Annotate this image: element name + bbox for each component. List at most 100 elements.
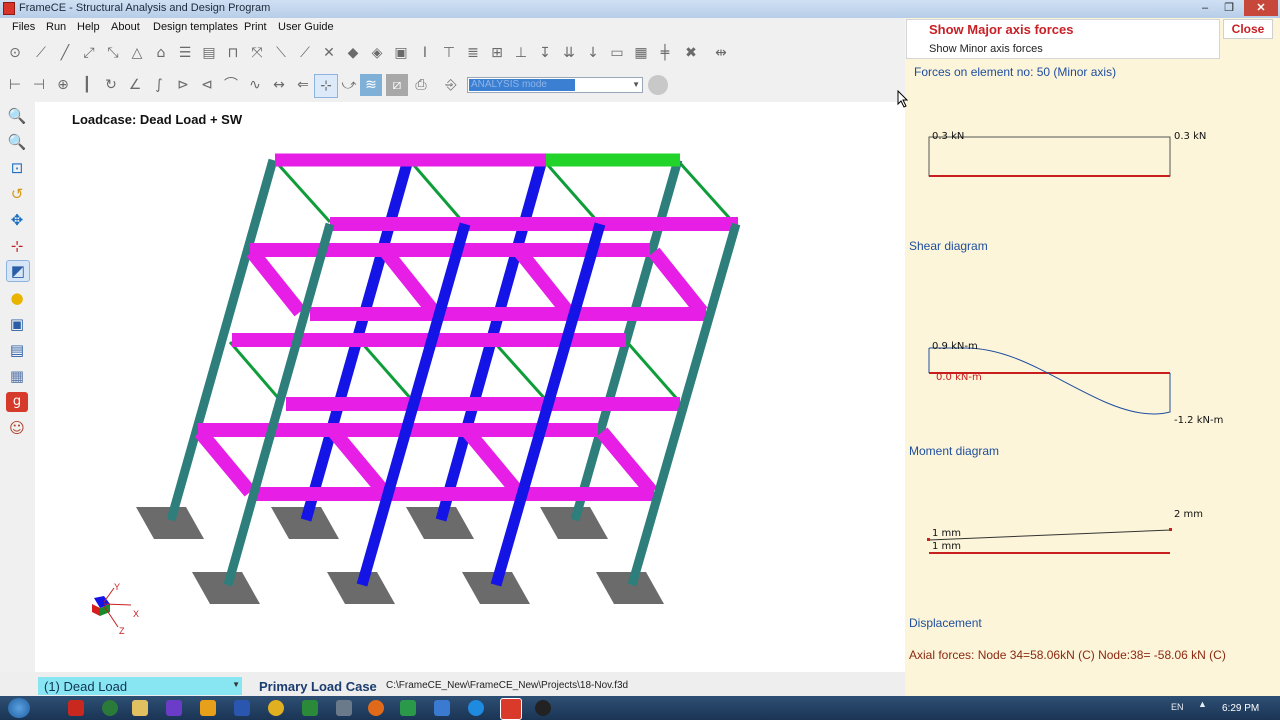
framece-taskbar-icon[interactable] (500, 698, 522, 720)
curve-icon[interactable]: ∫ (150, 76, 168, 94)
align-icon[interactable]: ⊣ (30, 76, 48, 94)
chevron-up-icon[interactable]: ▲ (1198, 699, 1207, 709)
line-icon[interactable]: ╱ (56, 44, 74, 62)
language-indicator[interactable]: EN (1171, 702, 1184, 712)
menu-files[interactable]: Files (12, 21, 35, 33)
dimension-icon[interactable]: ╪ (656, 44, 674, 62)
maximize-button[interactable]: ❐ (1216, 0, 1242, 16)
plate-icon[interactable]: ◆ (344, 44, 362, 62)
pin-member-icon[interactable]: ⤢ (80, 44, 98, 62)
loadcase-dropdown[interactable]: (1) Dead Load ▼ (38, 677, 242, 695)
span-arrow-icon[interactable]: ↔ (270, 76, 288, 94)
zoom-in-icon[interactable]: 🔍 (6, 106, 28, 126)
firefox-icon[interactable] (368, 700, 384, 716)
mode-select[interactable]: ANALYSIS mode ▼ (467, 77, 643, 93)
menu-design-templates[interactable]: Design templates (153, 21, 238, 33)
menu-help[interactable]: Help (77, 21, 100, 33)
deflection-icon[interactable]: ∿ (246, 76, 264, 94)
printer-icon[interactable]: ⎙ (412, 76, 430, 94)
menu-print[interactable]: Print (244, 21, 267, 33)
close-window-button[interactable]: ✕ (1244, 0, 1278, 16)
tool-icon[interactable] (434, 700, 450, 716)
design-icon[interactable]: ⧄ (386, 74, 408, 96)
portal-frame-icon[interactable]: ⊓ (224, 44, 242, 62)
span-icon[interactable]: ⇹ (706, 44, 736, 62)
report-icon[interactable]: ⎆ (442, 76, 460, 94)
internet-explorer-icon[interactable] (468, 700, 484, 716)
delete-icon[interactable]: ✖ (682, 44, 700, 62)
section-view-icon[interactable]: ◩ (6, 260, 30, 282)
point-load-icon[interactable]: ↓ (584, 44, 602, 62)
release-icon[interactable]: ⊳ (174, 76, 192, 94)
edit-member-icon[interactable]: ⤡ (104, 44, 122, 62)
render-view-icon[interactable]: ▣ (6, 314, 28, 334)
media-icon[interactable] (200, 700, 216, 716)
start-button[interactable] (8, 698, 30, 718)
menu-user-guide[interactable]: User Guide (278, 21, 334, 33)
rotate-icon[interactable]: ↻ (102, 76, 120, 94)
zoom-out-icon[interactable]: 🔍 (6, 132, 28, 152)
mesh-view-icon[interactable]: ▤ (6, 340, 28, 360)
text-icon[interactable]: ⊤ (440, 44, 458, 62)
ruler-icon[interactable]: ⊞ (488, 44, 506, 62)
run-analysis-button[interactable] (648, 75, 668, 95)
insert-node-icon[interactable]: ⊕ (54, 76, 72, 94)
arc-icon[interactable]: ⌒ (222, 76, 240, 94)
load-icon[interactable]: ↧ (536, 44, 554, 62)
view-toolbar: 🔍 🔍 ⊡ ↺ ✥ ⊹ ◩ ● ▣ ▤ ▦ g ☺ (0, 102, 35, 672)
diagram-icon[interactable]: ≋ (360, 74, 382, 96)
column-icon[interactable]: ┃ (78, 76, 96, 94)
cross-brace-icon[interactable]: ✕ (320, 44, 338, 62)
close-button[interactable]: Close (1223, 19, 1273, 39)
layer-view-icon[interactable]: ▦ (6, 366, 28, 386)
moment-icon[interactable]: ⤻ (340, 76, 358, 94)
list-icon[interactable]: ≣ (464, 44, 482, 62)
extend-icon[interactable]: ⟋ (296, 44, 314, 62)
minimize-button[interactable]: – (1192, 0, 1218, 16)
frame-grid-icon[interactable]: ▤ (200, 44, 218, 62)
i-section-icon[interactable]: I (416, 44, 434, 62)
taskbar: ▲ (0, 696, 1280, 720)
menu-about[interactable]: About (111, 21, 140, 33)
menu-run[interactable]: Run (46, 21, 66, 33)
google-icon[interactable]: g (6, 392, 28, 412)
dimension-line-icon[interactable]: ⊢ (6, 76, 24, 94)
clock[interactable]: 6:29 PM (1222, 703, 1259, 714)
back-arrow-icon[interactable]: ⇐ (294, 76, 312, 94)
measure-icon[interactable]: ▭ (608, 44, 626, 62)
distributed-load-icon[interactable]: ⇊ (560, 44, 578, 62)
angle-icon[interactable]: ∠ (126, 76, 144, 94)
select-icon[interactable]: ⊹ (314, 74, 338, 98)
lightbulb-icon[interactable]: ● (6, 288, 28, 308)
user-icon[interactable]: ☺ (6, 418, 28, 438)
pan-icon[interactable]: ✥ (6, 210, 28, 230)
zoom-window-icon[interactable]: ⊡ (6, 158, 28, 178)
show-minor-axis-option[interactable]: Show Minor axis forces (929, 43, 1043, 55)
plate-mesh-icon[interactable]: ◈ (368, 44, 386, 62)
brace-icon[interactable]: ⟍ (272, 44, 290, 62)
acrobat-icon[interactable] (68, 700, 84, 716)
obs-icon[interactable] (535, 700, 551, 716)
release-end-icon[interactable]: ⊲ (198, 76, 216, 94)
chrome-old-icon[interactable] (102, 700, 118, 716)
excel-icon[interactable] (302, 700, 318, 716)
roof-truss-icon[interactable]: ⌂ (152, 44, 170, 62)
support-icon[interactable]: ⊥ (512, 44, 530, 62)
model-canvas[interactable] (35, 102, 905, 672)
visual-studio-icon[interactable] (166, 700, 182, 716)
show-major-axis-option[interactable]: Show Major axis forces (929, 22, 1074, 37)
split-member-icon[interactable]: ⤧ (248, 44, 266, 62)
rotate-view-icon[interactable]: ↺ (6, 184, 28, 204)
chrome-icon[interactable] (268, 700, 284, 716)
monitor-icon[interactable] (336, 700, 352, 716)
truss-icon[interactable]: △ (128, 44, 146, 62)
member-icon[interactable]: ⟋ (32, 44, 50, 62)
node-icon[interactable]: ⊙ (6, 44, 24, 62)
explorer-icon[interactable] (132, 700, 148, 716)
grid-icon[interactable]: ☰ (176, 44, 194, 62)
section-icon[interactable]: ▣ (392, 44, 410, 62)
building-icon[interactable]: ▦ (632, 44, 650, 62)
axes-icon[interactable]: ⊹ (6, 236, 28, 256)
word-icon[interactable] (234, 700, 250, 716)
spreadsheet-icon[interactable] (400, 700, 416, 716)
